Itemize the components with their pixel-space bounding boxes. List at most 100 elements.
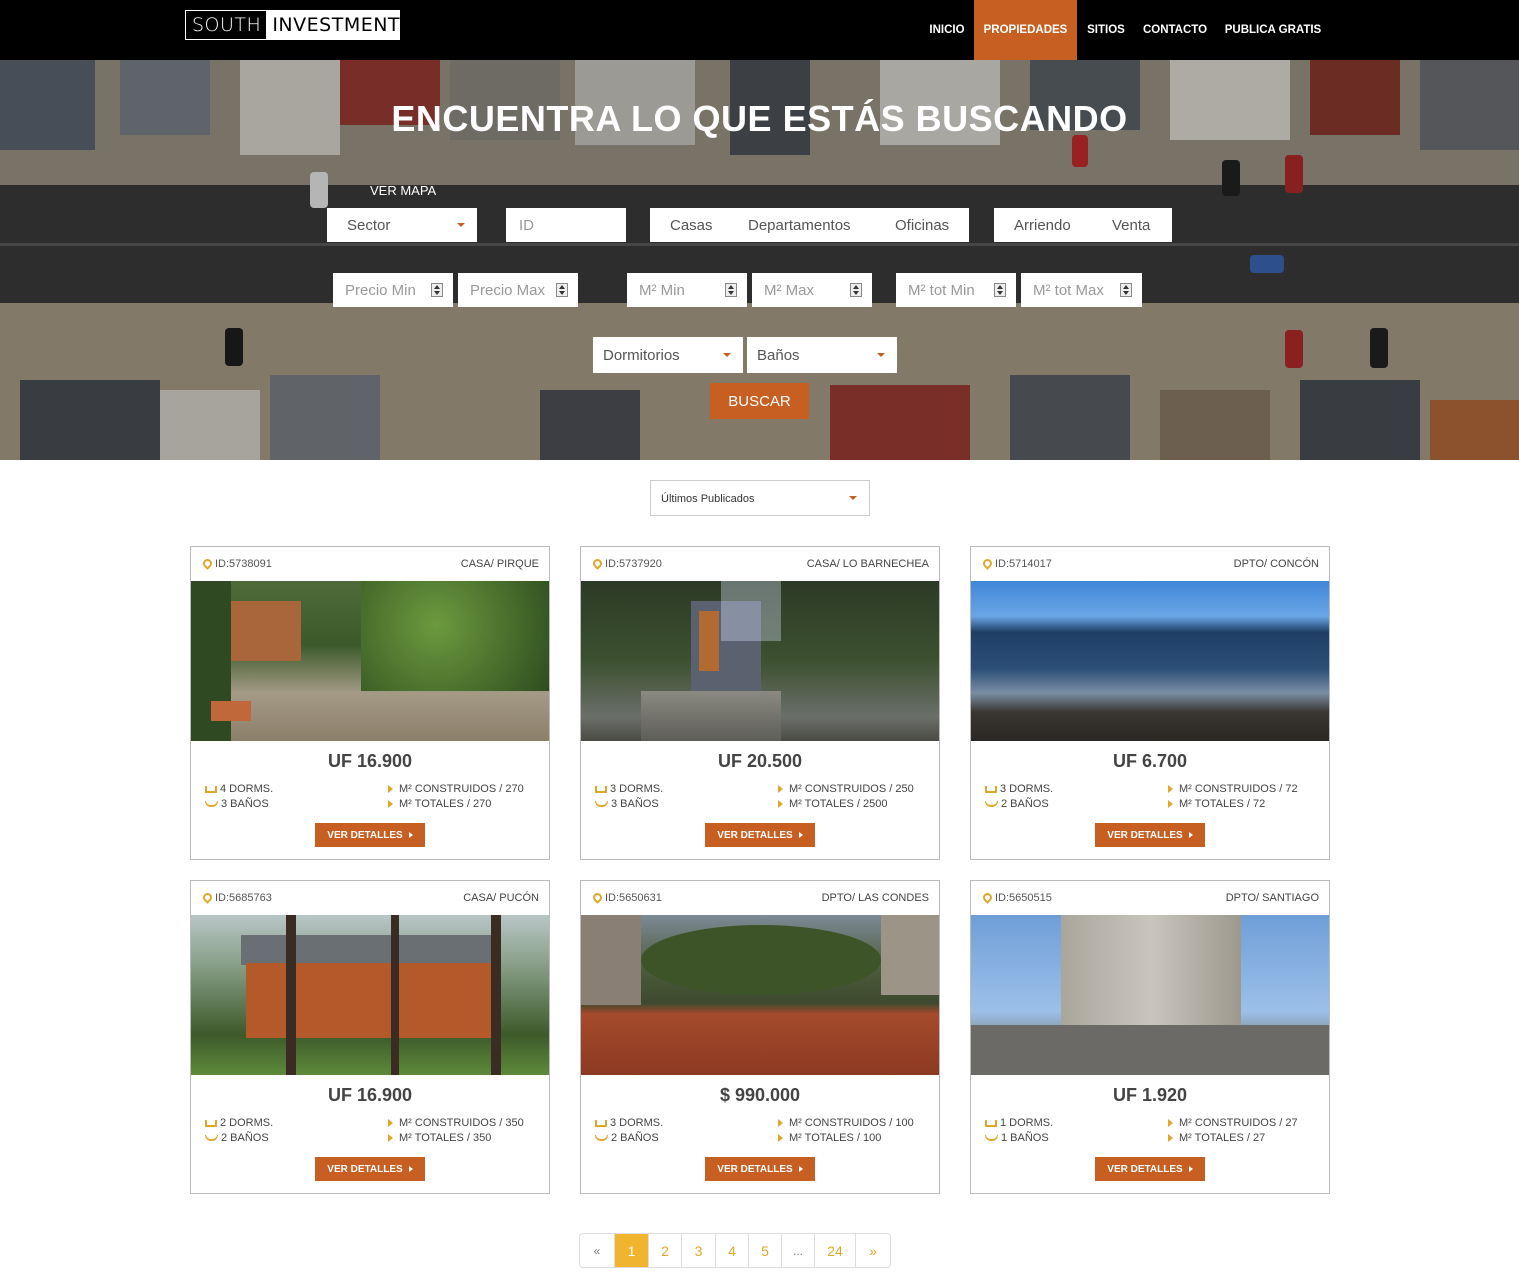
triangle-right-icon [778,800,783,808]
spec-m2-construidos: M² CONSTRUIDOS / 350 [388,1117,524,1129]
property-price: UF 20.500 [717,751,803,771]
property-photo[interactable] [191,581,549,741]
operation-option-venta[interactable]: Venta [1112,217,1150,234]
ver-detalles-button[interactable]: VER DETALLES [705,823,815,847]
property-type-location: CASA/ LO BARNECHEA [806,558,929,570]
id-input[interactable]: ID [506,208,626,242]
map-pin-icon [593,893,602,904]
spinner-icon[interactable] [725,283,737,297]
site-logo[interactable]: SOUTH INVESTMENT [185,10,401,40]
pagination-page-2[interactable]: 2 [649,1234,682,1267]
chevron-down-icon [457,223,465,227]
property-type-group: Casas Departamentos Oficinas [650,208,969,242]
logo-text-left: SOUTH [192,14,262,36]
property-type-location: CASA/ PUCÓN [463,892,539,904]
operation-option-arriendo[interactable]: Arriendo [1014,217,1071,234]
m2-min-input[interactable]: M² Min [627,273,747,307]
property-photo[interactable] [971,581,1329,741]
triangle-right-icon [1168,800,1173,808]
property-type-location: DPTO/ LAS CONDES [821,892,929,904]
spinner-icon[interactable] [431,283,443,297]
caret-right-icon [1188,1166,1193,1172]
ver-detalles-button[interactable]: VER DETALLES [1095,823,1205,847]
buscar-button[interactable]: BUSCAR [710,383,809,419]
map-pin-icon [983,559,992,570]
bathtub-icon [985,801,998,807]
property-photo[interactable] [191,915,549,1075]
pagination-page-4[interactable]: 4 [716,1234,749,1267]
ver-detalles-button[interactable]: VER DETALLES [315,1157,425,1181]
bed-icon [985,785,997,793]
spinner-icon[interactable] [994,283,1006,297]
property-price: UF 16.900 [327,751,413,771]
type-option-departamentos[interactable]: Departamentos [748,217,851,234]
property-photo[interactable] [581,915,939,1075]
property-photo[interactable] [581,581,939,741]
spec-banos: 2 BAÑOS [205,1132,269,1144]
spec-dorms: 2 DORMS. [205,1117,273,1129]
spec-banos: 3 BAÑOS [595,798,659,810]
bed-icon [205,785,217,793]
pagination-prev[interactable]: « [580,1234,615,1267]
ver-detalles-button[interactable]: VER DETALLES [315,823,425,847]
spec-m2-construidos: M² CONSTRUIDOS / 270 [388,783,524,795]
triangle-right-icon [778,785,783,793]
ver-detalles-button[interactable]: VER DETALLES [705,1157,815,1181]
ver-detalles-button[interactable]: VER DETALLES [1095,1157,1205,1181]
property-type-location: CASA/ PIRQUE [460,558,539,570]
spec-m2-construidos: M² CONSTRUIDOS / 250 [778,783,914,795]
bathtub-icon [595,801,608,807]
pagination-page-24[interactable]: 24 [815,1234,856,1267]
spec-banos: 2 BAÑOS [985,798,1049,810]
logo-text-right: INVESTMENT [266,11,401,39]
menu-item-propiedades[interactable]: PROPIEDADES [974,0,1077,60]
spec-dorms: 3 DORMS. [595,783,663,795]
caret-right-icon [1188,832,1193,838]
sort-select[interactable]: Últimos Publicados [650,480,870,516]
pagination-page-5[interactable]: 5 [749,1234,782,1267]
hero-title: ENCUENTRA LO QUE ESTÁS BUSCANDO [391,98,1128,139]
menu-item-publica-gratis[interactable]: PUBLICA GRATIS [1215,0,1331,60]
property-id: ID:5650631 [593,892,662,904]
menu-item-contacto[interactable]: CONTACTO [1135,0,1215,60]
menu-item-sitios[interactable]: SITIOS [1077,0,1135,60]
pagination-page-1[interactable]: 1 [615,1234,649,1267]
precio-min-input[interactable]: Precio Min [333,273,453,307]
property-type-location: DPTO/ SANTIAGO [1225,892,1319,904]
m2-tot-max-input[interactable]: M² tot Max [1021,273,1142,307]
triangle-right-icon [388,800,393,808]
property-price: UF 1.920 [1112,1085,1188,1105]
spinner-icon[interactable] [850,283,862,297]
type-option-oficinas[interactable]: Oficinas [895,217,949,234]
spec-m2-totales: M² TOTALES / 27 [1168,1132,1265,1144]
type-option-casas[interactable]: Casas [670,217,713,234]
property-id: ID:5714017 [983,558,1052,570]
precio-max-input[interactable]: Precio Max [458,273,578,307]
property-card: ID:5738091 CASA/ PIRQUE UF 16.900 4 DORM… [190,546,550,860]
spec-dorms: 3 DORMS. [985,783,1053,795]
bed-icon [595,785,607,793]
triangle-right-icon [388,1134,393,1142]
spec-banos: 3 BAÑOS [205,798,269,810]
spec-dorms: 3 DORMS. [595,1117,663,1129]
pagination-ellipsis: ... [782,1234,815,1267]
bed-icon [205,1119,217,1127]
chevron-down-icon [877,353,885,357]
m2-max-input[interactable]: M² Max [752,273,872,307]
banos-select[interactable]: Baños [747,337,897,373]
sector-select[interactable]: Sector [327,208,477,242]
pagination-page-3[interactable]: 3 [682,1234,716,1267]
spinner-icon[interactable] [556,283,568,297]
spinner-icon[interactable] [1120,283,1132,297]
property-price: UF 6.700 [1112,751,1188,771]
dormitorios-select[interactable]: Dormitorios [593,337,743,373]
pagination-next[interactable]: » [856,1234,890,1267]
m2-tot-min-input[interactable]: M² tot Min [896,273,1016,307]
spec-m2-totales: M² TOTALES / 270 [388,798,491,810]
property-photo[interactable] [971,915,1329,1075]
spec-m2-construidos: M² CONSTRUIDOS / 27 [1168,1117,1298,1129]
ver-mapa-link[interactable]: VER MAPA [370,183,436,198]
menu-item-inicio[interactable]: INICIO [924,0,970,60]
triangle-right-icon [388,1119,393,1127]
triangle-right-icon [1168,1134,1173,1142]
